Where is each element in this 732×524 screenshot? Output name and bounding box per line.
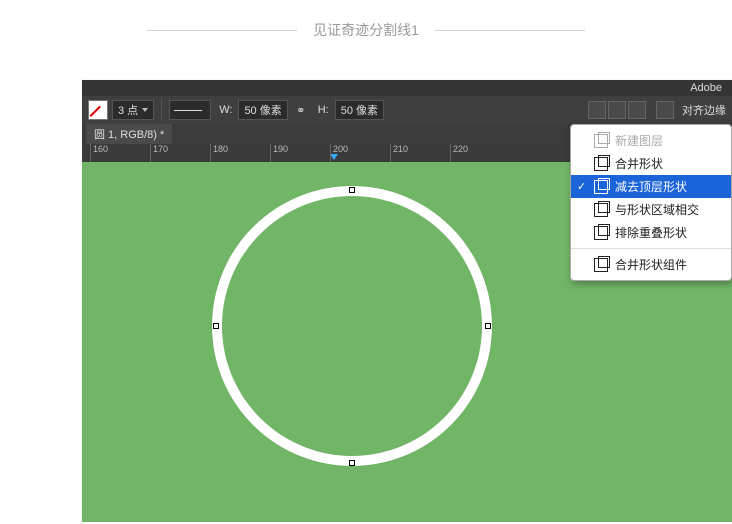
height-label: H: bbox=[318, 104, 329, 116]
menu-item-merge-components[interactable]: ✓ 合并形状组件 bbox=[571, 253, 731, 276]
anchor-right[interactable] bbox=[485, 323, 491, 329]
menu-item[interactable]: ✓ 减去顶层形状 bbox=[571, 175, 731, 198]
height-input[interactable]: 50 像素 bbox=[335, 100, 384, 120]
shape-op-icon bbox=[594, 180, 608, 194]
ruler-tick: 210 bbox=[390, 144, 408, 162]
shape-op-icon bbox=[594, 258, 608, 272]
stroke-weight-value: 3 点 bbox=[118, 102, 138, 118]
divider-line-left bbox=[147, 30, 297, 31]
shape-op-icon bbox=[594, 134, 608, 148]
ruler-tick: 190 bbox=[270, 144, 288, 162]
align-edges-label: 对齐边缘 bbox=[682, 102, 726, 118]
divider-text: 见证奇迹分割线1 bbox=[313, 20, 419, 40]
menu-item-label: 合并形状组件 bbox=[615, 256, 687, 273]
menu-item-label: 合并形状 bbox=[615, 155, 663, 172]
line-tool-icon[interactable] bbox=[88, 100, 108, 120]
menu-items: ✓新建图层✓合并形状 ✓ 减去顶层形状 ✓与形状区域相交✓排除重叠形状 bbox=[571, 129, 731, 244]
photoshop-window: Adobe 3 点 W: 50 像素 ⚭ H: 50 像素 对齐边缘 bbox=[82, 80, 732, 524]
path-operations-menu: ✓新建图层✓合并形状 ✓ 减去顶层形状 ✓与形状区域相交✓排除重叠形状 ✓ 合并形状组… bbox=[570, 124, 732, 281]
height-value: 50 像素 bbox=[341, 102, 378, 118]
stroke-style-combo[interactable] bbox=[169, 100, 211, 120]
titlebar: Adobe bbox=[82, 80, 732, 96]
ruler-tick: 160 bbox=[90, 144, 108, 162]
ruler-tick: 220 bbox=[450, 144, 468, 162]
app-brand: Adobe bbox=[690, 82, 722, 94]
stroke-weight-combo[interactable]: 3 点 bbox=[112, 100, 154, 120]
ruler-tick: 180 bbox=[210, 144, 228, 162]
menu-item-label: 新建图层 bbox=[615, 132, 663, 149]
align-edges-checkbox[interactable] bbox=[656, 101, 674, 119]
ruler-tick: 170 bbox=[150, 144, 168, 162]
path-op-buttons bbox=[588, 101, 646, 119]
circle-shape[interactable] bbox=[212, 186, 492, 466]
menu-item[interactable]: ✓合并形状 bbox=[571, 152, 731, 175]
separator bbox=[161, 99, 162, 121]
width-value: 50 像素 bbox=[244, 102, 281, 118]
menu-item[interactable]: ✓与形状区域相交 bbox=[571, 198, 731, 221]
anchor-left[interactable] bbox=[213, 323, 219, 329]
divider-line-right bbox=[435, 30, 585, 31]
shape-op-icon bbox=[594, 226, 608, 240]
chevron-down-icon bbox=[142, 108, 148, 112]
shape-op-icon bbox=[594, 203, 608, 217]
path-op-button[interactable] bbox=[588, 101, 606, 119]
path-align-button[interactable] bbox=[608, 101, 626, 119]
menu-item[interactable]: ✓排除重叠形状 bbox=[571, 221, 731, 244]
anchor-top[interactable] bbox=[349, 187, 355, 193]
page-divider: 见证奇迹分割线1 bbox=[0, 0, 732, 58]
menu-item: ✓新建图层 bbox=[571, 129, 731, 152]
menu-separator bbox=[571, 248, 731, 249]
width-label: W: bbox=[219, 104, 232, 116]
path-arrange-button[interactable] bbox=[628, 101, 646, 119]
width-input[interactable]: 50 像素 bbox=[238, 100, 287, 120]
check-icon: ✓ bbox=[577, 180, 587, 193]
ruler-tick: 200 bbox=[330, 144, 348, 162]
link-wh-icon[interactable]: ⚭ bbox=[292, 101, 310, 119]
shape-op-icon bbox=[594, 157, 608, 171]
menu-item-label: 减去顶层形状 bbox=[615, 178, 687, 195]
options-bar: 3 点 W: 50 像素 ⚭ H: 50 像素 对齐边缘 bbox=[82, 96, 732, 124]
document-tab-label: 圆 1, RGB/8) * bbox=[94, 129, 164, 141]
anchor-bottom[interactable] bbox=[349, 460, 355, 466]
menu-item-label: 与形状区域相交 bbox=[615, 201, 699, 218]
solid-line-icon bbox=[174, 110, 202, 111]
document-tab[interactable]: 圆 1, RGB/8) * bbox=[86, 124, 172, 144]
menu-item-label: 排除重叠形状 bbox=[615, 224, 687, 241]
